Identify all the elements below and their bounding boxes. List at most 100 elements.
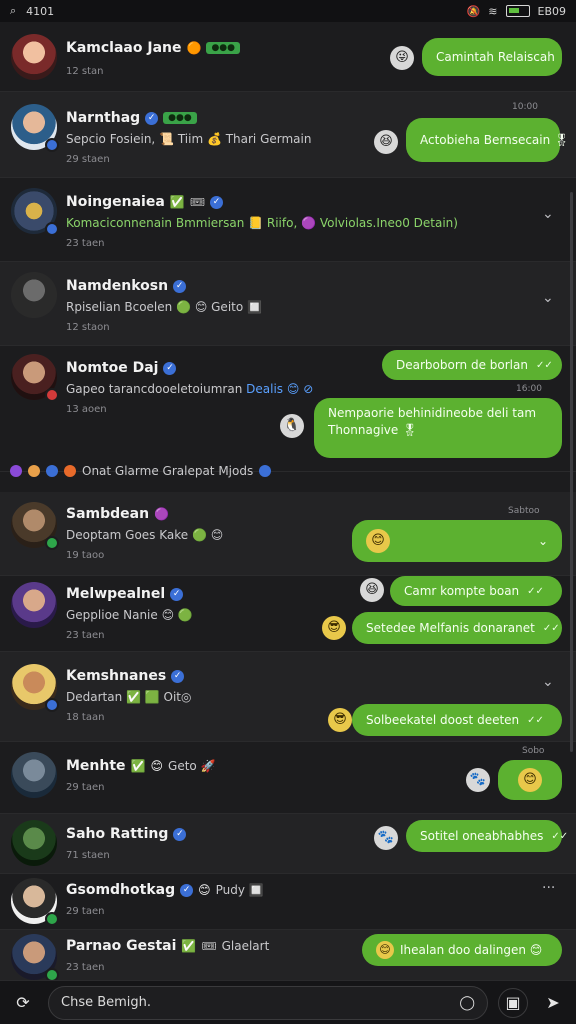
chat-row[interactable]: Parnao Gestai ✅ 🎟 Glaelart 23 taen 😊 Ihea… (0, 930, 576, 982)
message-time: 12 staon (66, 322, 110, 333)
avatar[interactable] (11, 752, 57, 798)
chat-list[interactable]: Kamclaao Jane 🟠 ●●● 12 stan 😜 Camintah R… (0, 22, 576, 982)
image-icon[interactable]: ▣ (498, 987, 528, 1018)
emoji-icon[interactable]: ◯ (459, 995, 475, 1011)
status-bar: ⌕ 4101 🔕 ≋ EB09 (0, 0, 576, 22)
check-icon: ✅ (130, 759, 146, 773)
chat-row[interactable]: Melwpealnel ✓ Gepplioe Nanie 😊 🟢 23 taen… (0, 576, 576, 652)
message-bubble[interactable]: Sotitel oneabhabhes ✓✓ (406, 820, 568, 852)
message-input[interactable]: Chse Bemigh. ◯ (48, 985, 488, 1020)
avatar[interactable] (11, 664, 59, 712)
sticker-emoji: 🐾 (374, 826, 398, 850)
contact-name: Kemshnanes ✓ (66, 668, 185, 684)
contact-name: Namdenkosn ✓ (66, 278, 187, 294)
smile-emoji: 😊 (376, 941, 394, 959)
add-attachment-icon[interactable]: ⟳ (8, 988, 38, 1018)
message-time: 23 taen (66, 238, 105, 249)
verified-icon: ✓ (209, 195, 223, 209)
message-time: 29 taen (66, 782, 105, 793)
scrollbar[interactable] (570, 192, 573, 752)
chevron-down-icon[interactable]: ⌄ (542, 674, 554, 690)
bubble-timestamp: 10:00 (512, 102, 538, 112)
search-icon[interactable]: ⌕ (10, 4, 16, 18)
avatar[interactable] (11, 354, 59, 402)
status-right-text: EB09 (537, 4, 567, 18)
avatar[interactable] (11, 582, 57, 628)
sticker-emoji: 🐧 (280, 414, 304, 438)
reactions-bar[interactable]: Onat Glarme Gralepat Mjods (10, 464, 272, 478)
chat-row[interactable]: Narnthag ✓ ●●● Sepcio Fosiein, 📜 Tiim 💰 … (0, 92, 576, 178)
smile-emoji: 😊 (518, 768, 542, 792)
check-icon: ✅ (181, 939, 197, 953)
chat-row[interactable]: Noingenaiea ✅ 🎟 ✓ Komaciconnenain Bmmier… (0, 178, 576, 262)
sticker-emoji: 😎 (328, 708, 352, 732)
chat-row[interactable]: Menhte ✅ 😊 Geto 🚀 29 taen Sobo 🐾 😊 (0, 742, 576, 814)
chat-row[interactable]: Saho Ratting ✓ 71 staen 🐾 Sotitel oneabh… (0, 814, 576, 874)
silent-icon: 🔕 (466, 4, 481, 18)
message-time: 29 staen (66, 154, 110, 165)
bubble-timestamp: Sabtoo (508, 506, 540, 516)
more-icon[interactable]: ··· (542, 880, 555, 896)
message-bubble[interactable]: Nempaorie behinidineobe deli tam Thonnag… (314, 398, 562, 458)
sticker-emoji: 😎 (322, 616, 346, 640)
sticker-emoji: 😆 (360, 578, 384, 602)
avatar[interactable] (11, 34, 57, 80)
message-bubble[interactable]: Camintah Relaiscah (422, 38, 562, 76)
chevron-down-icon[interactable]: ⌄ (542, 206, 554, 222)
message-bubble[interactable]: Setedee Melfanis donaranet ✓✓ (352, 612, 562, 644)
avatar[interactable] (11, 820, 57, 866)
message-bubble[interactable]: 😊 Ihealan doo dalingen 😊 (362, 934, 562, 966)
message-preview: Komaciconnenain Bmmiersan 📒 Riifo, 🟣 Vol… (66, 216, 458, 230)
reaction-icon[interactable] (28, 465, 40, 477)
contact-name: Saho Ratting ✓ (66, 826, 187, 842)
contact-name: Narnthag ✓ ●●● (66, 110, 197, 126)
reaction-icon[interactable] (259, 465, 272, 477)
reaction-icon[interactable] (10, 465, 22, 477)
contact-name: Menhte ✅ 😊 Geto 🚀 (66, 758, 216, 774)
avatar[interactable] (11, 104, 59, 152)
avatar[interactable] (11, 272, 57, 318)
avatar[interactable] (11, 878, 59, 926)
chevron-down-icon[interactable]: ⌄ (538, 534, 548, 548)
purple-badge-icon: 🟣 (154, 507, 170, 521)
chat-row[interactable]: Gsomdhotkag ✓ 😊 Pudy 🔲 29 taen ··· (0, 874, 576, 930)
verified-icon: ✓ (163, 361, 177, 375)
contact-name: Melwpealnel ✓ (66, 586, 184, 602)
contact-name: Gsomdhotkag ✓ 😊 Pudy 🔲 (66, 882, 264, 898)
message-time: 19 taoo (66, 550, 105, 561)
message-bubble[interactable]: 😊 ⌄ (352, 520, 562, 562)
status-time: 4101 (26, 4, 55, 18)
chat-row[interactable]: Kamclaao Jane 🟠 ●●● 12 stan 😜 Camintah R… (0, 22, 576, 92)
tag-chip: ●●● (163, 112, 197, 124)
chat-row[interactable]: Namdenkosn ✓ Rpiselian Bcoelen 🟢 😊 Geito… (0, 262, 576, 346)
message-bubble[interactable]: Dearboborn de borlan ✓✓ (382, 350, 562, 380)
message-time: 71 staen (66, 850, 110, 861)
reaction-icon[interactable] (46, 465, 58, 477)
sticker-emoji: 🐾 (466, 768, 490, 792)
message-composer: ⟳ Chse Bemigh. ◯ ▣ ➤ (0, 980, 576, 1024)
message-time: 12 stan (66, 66, 104, 77)
message-time: 13 aoen (66, 404, 107, 415)
send-icon[interactable]: ➤ (538, 988, 568, 1018)
ticket-icon: 🎟 (201, 939, 217, 953)
avatar[interactable] (11, 188, 59, 236)
message-time: 18 taan (66, 712, 105, 723)
message-bubble[interactable]: Solbeekatel doost deeten ✓✓ (352, 704, 562, 736)
smile-icon: 😊 (198, 883, 211, 897)
contact-name: Parnao Gestai ✅ 🎟 Glaelart (66, 938, 270, 954)
wifi-icon: ≋ (488, 4, 498, 18)
verified-icon: ✓ (173, 827, 187, 841)
message-bubble[interactable]: Actobieha Bernsecain 🎖 (406, 118, 569, 162)
chat-row[interactable]: Kemshnanes ✓ Dedartan ✅ 🟩 Oit◎ 18 taan ⌄… (0, 652, 576, 742)
chat-row[interactable]: Sambdean 🟣 Deoptam Goes Kake 🟢 😊 19 taoo… (0, 492, 576, 576)
avatar[interactable] (11, 934, 59, 982)
avatar[interactable] (11, 502, 59, 550)
message-preview: Rpiselian Bcoelen 🟢 😊 Geito 🔲 (66, 300, 262, 314)
sticker-emoji: 😆 (374, 130, 398, 154)
chat-row[interactable]: Nomtoe Daj ✓ Gapeo tarancdooeletoiumran … (0, 346, 576, 472)
chevron-down-icon[interactable]: ⌄ (542, 290, 554, 306)
sticker-emoji: 😜 (390, 46, 414, 70)
message-bubble[interactable]: Camr kompte boan ✓✓ (390, 576, 562, 606)
message-bubble[interactable]: 😊 (498, 760, 562, 800)
reaction-icon[interactable] (64, 465, 76, 477)
